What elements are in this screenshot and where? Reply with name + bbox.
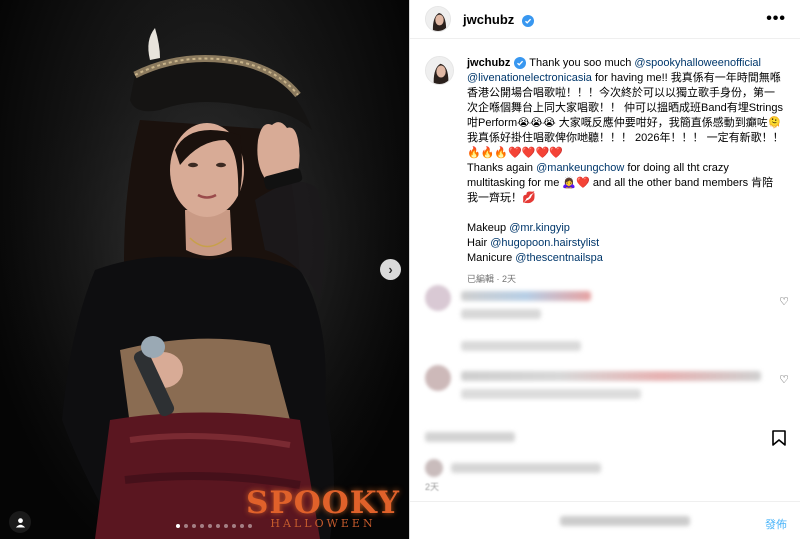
- event-logo: SPOOKY HALLOWEEN: [238, 487, 408, 530]
- caption-text: jwchubz Thank you soo much @spookyhallow…: [467, 56, 785, 266]
- verified-badge-icon: [514, 57, 527, 69]
- chevron-right-icon: ›: [388, 262, 393, 277]
- caption-text-segment: 咁Perform😭😭😭 大家嘅反應仲要咁好，我簡直係感動到癲咗🫠: [467, 117, 782, 129]
- comment-text-blurred: [451, 463, 601, 473]
- caption-line: Hair @hugopoon.hairstylist: [467, 236, 785, 251]
- caption-line: jwchubz Thank you soo much @spookyhallow…: [467, 56, 785, 71]
- post-photo[interactable]: SPOOKY HALLOWEEN ›: [0, 0, 409, 539]
- caption-text-segment: Manicure: [467, 252, 516, 264]
- post-author[interactable]: jwchubz: [463, 12, 534, 27]
- mention-link[interactable]: @thescentnailspa: [515, 252, 603, 264]
- comment-avatar[interactable]: [425, 285, 451, 311]
- carousel-indicator: [176, 524, 252, 528]
- add-comment-bar: 發佈: [410, 501, 800, 539]
- edited-label: 已編輯: [467, 274, 495, 284]
- caption-text-segment: Hair: [467, 237, 491, 249]
- caption-timestamp: 2天: [502, 274, 517, 284]
- mention-link[interactable]: @mr.kingyip: [509, 222, 570, 234]
- event-logo-title: SPOOKY: [246, 485, 400, 521]
- comment-text-blurred: [461, 291, 591, 301]
- carousel-dot: [248, 524, 252, 528]
- caption-line: Thanks again @mankeungchow for doing all…: [467, 161, 785, 176]
- caption-line: 次企喺個舞台上同大家唱歌！！ 仲可以搵晒成班Band有埋Strings: [467, 101, 785, 116]
- caption-line: 咁Perform😭😭😭 大家嘅反應仲要咁好，我簡直係感動到癲咗🫠: [467, 116, 785, 131]
- caption-text-segment: 🔥🔥🔥❤️❤️❤️❤️: [467, 147, 563, 159]
- post-caption: jwchubz Thank you soo much @spookyhallow…: [410, 39, 800, 287]
- mention-link[interactable]: @spookyhalloweenofficial: [634, 57, 761, 69]
- caption-avatar[interactable]: [425, 56, 454, 85]
- carousel-dot: [176, 524, 180, 528]
- singer-photo: [0, 0, 409, 539]
- comment-text-blurred: [461, 309, 541, 319]
- mention-link[interactable]: @hugopoon.hairstylist: [490, 237, 599, 249]
- comment-input-blurred[interactable]: [560, 516, 690, 526]
- caption-text-segment: 我一齊玩！💋: [467, 192, 536, 204]
- comment-avatar[interactable]: [425, 365, 451, 391]
- comment-item: ♡: [425, 365, 795, 411]
- carousel-dot: [240, 524, 244, 528]
- caption-author[interactable]: jwchubz: [467, 57, 510, 69]
- caption-text-segment: 我真係好掛住唱歌俾你哋聽！！！ 2026年！！！ 一定有新歌！！: [467, 132, 784, 144]
- caption-text-segment: 次企喺個舞台上同大家唱歌！！ 仲可以搵晒成班Band有埋Strings: [467, 102, 783, 114]
- caption-line: [467, 206, 785, 221]
- post-viewer: SPOOKY HALLOWEEN › jwchubz ••• jwchubz T…: [0, 0, 800, 539]
- user-icon: [15, 517, 25, 528]
- comment-timestamp: 2天: [425, 482, 440, 492]
- caption-line: multitasking for me 🙇‍♀️❤️ and all the o…: [467, 176, 785, 191]
- carousel-dot: [184, 524, 188, 528]
- comment-item: 2天: [425, 459, 795, 492]
- avatar[interactable]: [425, 6, 451, 32]
- caption-text-segment: for having me!! 我真係有一年時間無喺: [591, 72, 781, 84]
- comment-text-blurred: [461, 341, 581, 351]
- more-options-button[interactable]: •••: [766, 10, 786, 28]
- profile-photo: [426, 57, 453, 84]
- profile-photo: [426, 7, 450, 31]
- comment-text-blurred: [461, 371, 761, 381]
- caption-text-segment: Makeup: [467, 222, 510, 234]
- carousel-dot: [192, 524, 196, 528]
- comment-avatar[interactable]: [425, 459, 443, 477]
- caption-line: 🔥🔥🔥❤️❤️❤️❤️: [467, 146, 785, 161]
- caption-text-segment: for doing all tht crazy: [624, 162, 729, 174]
- caption-line: 我真係好掛住唱歌俾你哋聽！！！ 2026年！！！ 一定有新歌！！: [467, 131, 785, 146]
- caption-text-segment: 香港公開場合唱歌啦！！！今次終於可以以獨立歌手身份，第一: [467, 87, 775, 99]
- meta-separator: ·: [496, 274, 500, 284]
- carousel-dot: [200, 524, 204, 528]
- caption-text-segment: Thank you soo much: [529, 57, 635, 69]
- caption-line: 我一齊玩！💋: [467, 191, 785, 206]
- comment-text-blurred: [461, 389, 641, 399]
- more-horizontal-icon: •••: [766, 10, 786, 27]
- post-comment-button[interactable]: 發佈: [765, 516, 787, 532]
- tagged-users-button[interactable]: [9, 511, 31, 533]
- caption-line: Makeup @mr.kingyip: [467, 221, 785, 236]
- caption-text-segment: multitasking for me 🙇‍♀️❤️ and all the o…: [467, 177, 774, 189]
- mention-link[interactable]: @livenationelectronicasia: [467, 72, 592, 84]
- carousel-dot: [232, 524, 236, 528]
- carousel-dot: [224, 524, 228, 528]
- caption-line: Manicure @thescentnailspa: [467, 251, 785, 266]
- post-sidebar: jwchubz ••• jwchubz Thank you soo much @…: [409, 0, 800, 539]
- carousel-dot: [216, 524, 220, 528]
- verified-badge-icon: [521, 14, 534, 27]
- like-comment-heart-icon[interactable]: ♡: [779, 295, 789, 308]
- caption-text-segment: Thanks again: [467, 162, 537, 174]
- comment-item: [425, 428, 795, 458]
- comment-text-blurred: [425, 432, 515, 442]
- post-author-name[interactable]: jwchubz: [463, 12, 514, 27]
- next-image-button[interactable]: ›: [380, 259, 401, 280]
- like-comment-heart-icon[interactable]: ♡: [779, 373, 789, 386]
- bookmark-icon[interactable]: [772, 430, 786, 446]
- post-header: jwchubz •••: [410, 0, 800, 39]
- caption-line: 香港公開場合唱歌啦！！！今次終於可以以獨立歌手身份，第一: [467, 86, 785, 101]
- caption-line: @livenationelectronicasia for having me!…: [467, 71, 785, 86]
- caption-body: jwchubz Thank you soo much @spookyhallow…: [467, 56, 785, 287]
- comment-item: ♡: [425, 285, 795, 351]
- mention-link[interactable]: @mankeungchow: [536, 162, 624, 174]
- carousel-dot: [208, 524, 212, 528]
